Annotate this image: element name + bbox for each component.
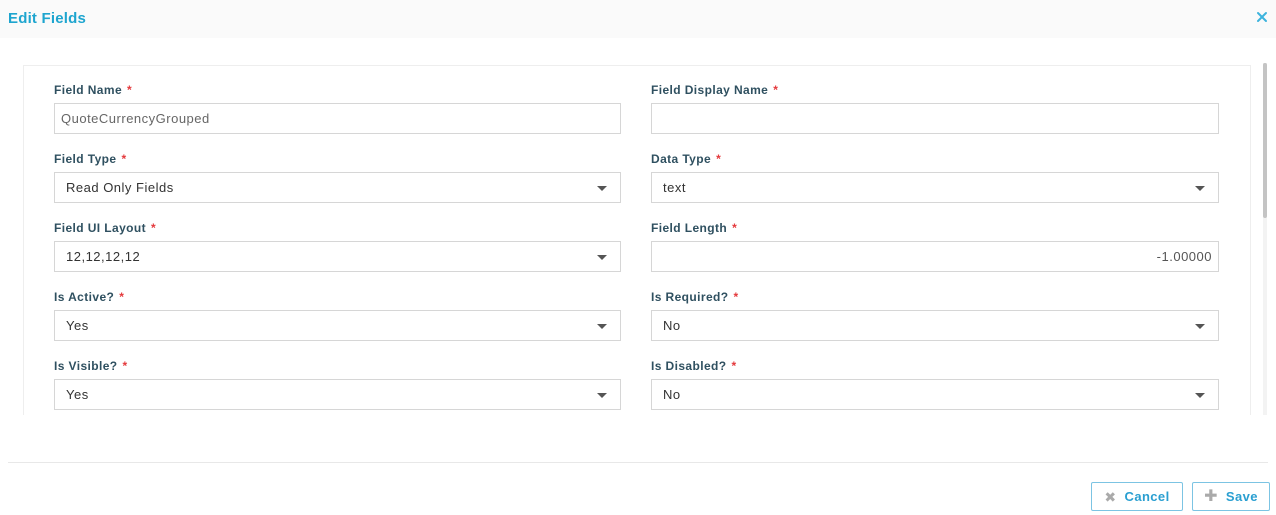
plus-icon: ✚ — [1204, 487, 1218, 505]
chevron-down-icon — [597, 255, 607, 260]
data-type-label: Data Type * — [651, 152, 722, 166]
field-name-input[interactable]: QuoteCurrencyGrouped — [54, 103, 621, 134]
is-disabled-value: No — [663, 387, 681, 402]
chevron-down-icon — [597, 186, 607, 191]
chevron-down-icon — [597, 324, 607, 329]
required-marker: * — [732, 221, 738, 235]
close-icon[interactable] — [1256, 11, 1268, 23]
field-type-label: Field Type * — [54, 152, 127, 166]
required-marker: * — [119, 290, 125, 304]
field-display-name-input[interactable] — [651, 103, 1219, 134]
is-disabled-label: Is Disabled? * — [651, 359, 737, 373]
data-type-value: text — [663, 180, 686, 195]
data-type-select[interactable]: text — [651, 172, 1219, 203]
x-icon: ✖ — [1104, 488, 1117, 505]
required-marker: * — [716, 152, 722, 166]
is-required-label: Is Required? * — [651, 290, 739, 304]
field-type-value: Read Only Fields — [66, 180, 174, 195]
dialog-header: Edit Fields — [0, 0, 1276, 38]
chevron-down-icon — [1195, 393, 1205, 398]
chevron-down-icon — [1195, 186, 1205, 191]
field-ui-layout-select[interactable]: 12,12,12,12 — [54, 241, 621, 272]
required-marker: * — [773, 83, 779, 97]
is-required-select[interactable]: No — [651, 310, 1219, 341]
is-active-select[interactable]: Yes — [54, 310, 621, 341]
is-visible-select[interactable]: Yes — [54, 379, 621, 410]
required-marker: * — [127, 83, 133, 97]
edit-fields-dialog: Edit Fields Field Name * QuoteCurrencyGro… — [0, 0, 1276, 515]
dialog-title: Edit Fields — [8, 10, 87, 27]
required-marker: * — [121, 152, 127, 166]
field-display-name-label: Field Display Name * — [651, 83, 779, 97]
field-ui-layout-label: Field UI Layout * — [54, 221, 157, 235]
field-length-input[interactable]: -1.00000 — [651, 241, 1219, 272]
is-active-value: Yes — [66, 318, 89, 333]
save-button[interactable]: ✚ Save — [1192, 482, 1270, 511]
required-marker: * — [151, 221, 157, 235]
save-button-label: Save — [1225, 489, 1258, 504]
footer-divider — [8, 462, 1268, 463]
chevron-down-icon — [597, 393, 607, 398]
field-type-select[interactable]: Read Only Fields — [54, 172, 621, 203]
is-visible-label: Is Visible? * — [54, 359, 128, 373]
field-name-label: Field Name * — [54, 83, 133, 97]
scrollbar-thumb[interactable] — [1263, 63, 1267, 218]
chevron-down-icon — [1195, 324, 1205, 329]
required-marker: * — [733, 290, 739, 304]
field-ui-layout-value: 12,12,12,12 — [66, 249, 141, 264]
is-visible-value: Yes — [66, 387, 89, 402]
is-disabled-select[interactable]: No — [651, 379, 1219, 410]
is-active-label: Is Active? * — [54, 290, 125, 304]
required-marker: * — [731, 359, 737, 373]
is-required-value: No — [663, 318, 681, 333]
cancel-button-label: Cancel — [1124, 489, 1170, 504]
field-length-label: Field Length * — [651, 221, 738, 235]
required-marker: * — [122, 359, 128, 373]
cancel-button[interactable]: ✖ Cancel — [1091, 482, 1183, 511]
